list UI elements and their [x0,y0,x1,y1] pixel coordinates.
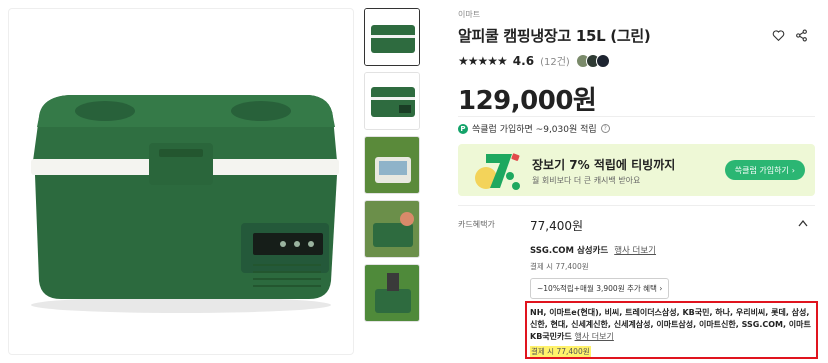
event-more-link[interactable]: 행사 더보기 [614,246,656,256]
extra-benefit-text: ~10%적립+매월 3,900원 추가 혜택 [537,284,657,293]
brand-name[interactable]: 이마트 [458,9,480,20]
club-point-row[interactable]: P 쓱클럽 가입하면 ~9,030원 적립 ? [458,122,610,135]
chevron-right-icon: › [791,165,795,175]
club-point-text: 쓱클럽 가입하면 ~9,030원 적립 [472,125,597,135]
divider [458,116,815,117]
review-thumb [595,53,610,68]
rating-stars: ★★★★★ [458,53,508,68]
card-benefit-label: 카드혜택가 [458,220,495,229]
card-pay-price: 결제 시 77,400원 [530,262,589,271]
card-benefit-price: 77,400원 [530,219,584,233]
divider [458,205,815,206]
main-product-image [8,8,354,355]
club-join-label: 쓱클럽 가입하기 [734,165,789,175]
thumbnail-2[interactable] [364,72,420,130]
thumbnail-5[interactable] [364,264,420,322]
banner-title: 장보기 7% 적립에 티빙까지 [532,158,676,172]
heart-icon[interactable] [772,27,785,42]
club-banner[interactable]: 장보기 7% 적립에 티빙까지 월 회비보다 더 큰 캐시백 받아요 쓱클럽 가… [458,144,815,196]
samsung-card-benefit: SSG.COM 삼성카드 행사 더보기 결제 시 77,400원 ~10%적립+… [530,244,820,299]
chevron-right-icon: › [659,284,663,293]
review-count: (12건) [540,57,570,68]
thumbnail-4[interactable] [364,200,420,258]
club-join-button[interactable]: 쓱클럽 가입하기 › [724,160,805,180]
product-title: 알피쿨 캠핑냉장고 15L (그린) [458,27,651,45]
point-badge-icon: P [458,123,468,134]
help-icon[interactable]: ? [600,124,610,133]
partner-pay-price: 결제 시 77,400원 [530,346,591,357]
partner-card-list: NH, 이마트e(현대), 비씨, 트레이더스삼성, KB국민, 하나, 우리비… [530,307,815,343]
rating-row[interactable]: ★★★★★ 4.6 (12건) [458,53,610,68]
banner-subtitle: 월 회비보다 더 큰 캐시백 받아요 [532,176,641,185]
review-thumbnails[interactable] [575,53,610,68]
partner-more-link[interactable]: 행사 더보기 [575,332,614,341]
card-name: SSG.COM 삼성카드 [530,246,609,256]
thumbnail-3[interactable] [364,136,420,194]
thumbnail-1[interactable] [364,8,420,66]
chevron-up-icon[interactable] [798,219,808,227]
title-actions [772,27,808,42]
partner-card-names: NH, 이마트e(현대), 비씨, 트레이더스삼성, KB국민, 하나, 우리비… [530,308,811,341]
thumbnail-list [364,8,420,328]
product-price: 129,000원 [458,86,597,116]
extra-benefit-chip[interactable]: ~10%적립+매월 3,900원 추가 혜택 › [530,278,670,299]
seven-percent-logo-icon [475,153,520,190]
rating-score: 4.6 [512,53,535,68]
share-icon[interactable] [795,27,808,42]
